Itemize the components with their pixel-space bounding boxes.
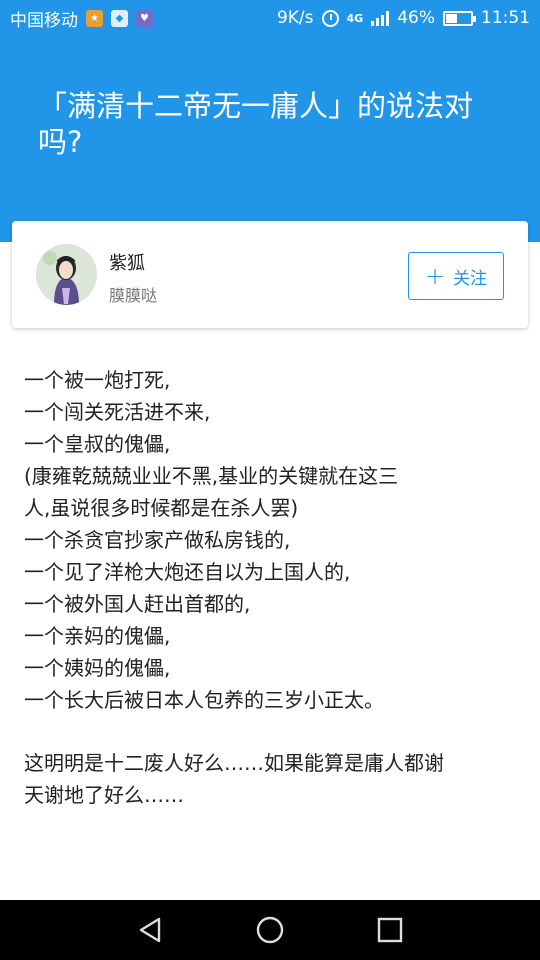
alarm-icon bbox=[321, 9, 339, 27]
navigation-bar bbox=[0, 900, 540, 960]
author-name[interactable]: 紫狐 bbox=[109, 249, 145, 275]
answer-line: 这明明是十二废人好么……如果能算是庸人都谢 bbox=[24, 751, 444, 775]
follow-button[interactable]: + 关注 bbox=[408, 252, 504, 300]
answer-line: 人,虽说很多时候都是在杀人罢) bbox=[24, 496, 299, 520]
answer-body: 一个被一炮打死, 一个闯关死活进不来, 一个皇叔的傀儡, (康雍乾兢兢业业不黑,… bbox=[24, 364, 520, 811]
answer-line: 一个被外国人赶出首都的, bbox=[24, 592, 251, 616]
author-bio: 膜膜哒 bbox=[109, 286, 158, 305]
answer-line: (康雍乾兢兢业业不黑,基业的关键就在这三 bbox=[24, 464, 399, 488]
answer-line: 一个闯关死活进不来, bbox=[24, 400, 211, 424]
carrier-label: 中国移动 bbox=[10, 10, 78, 31]
recents-icon[interactable] bbox=[375, 915, 405, 945]
answer-line: 一个姨妈的傀儡, bbox=[24, 656, 171, 680]
notification-app-icon: ★ bbox=[86, 9, 103, 27]
answer-line: 一个见了洋枪大炮还自以为上国人的, bbox=[24, 560, 351, 584]
notification-app-icon: ◆ bbox=[111, 9, 128, 27]
status-bar: 中国移动 ★ ◆ ♥ 9K/s 4G 46% 11:51 bbox=[0, 0, 540, 36]
notification-app-icon: ♥ bbox=[136, 9, 153, 27]
status-right: 9K/s 4G 46% 11:51 bbox=[277, 8, 530, 28]
answer-line: 一个杀贪官抄家产做私房钱的, bbox=[24, 528, 291, 552]
follow-label: 关注 bbox=[453, 268, 488, 289]
battery-percent: 46% bbox=[397, 8, 435, 28]
answer-line: 一个亲妈的傀儡, bbox=[24, 624, 171, 648]
network-speed: 9K/s bbox=[276, 8, 314, 28]
author-card: 紫狐 膜膜哒 + 关注 bbox=[12, 221, 528, 328]
question-title[interactable]: 「满清十二帝无一庸人」的说法对吗? bbox=[38, 88, 508, 160]
answer-line: 一个被一炮打死, bbox=[24, 368, 171, 392]
status-left: 中国移动 ★ ◆ ♥ bbox=[10, 6, 153, 31]
battery-icon bbox=[443, 10, 476, 26]
plus-icon: + bbox=[424, 262, 446, 290]
avatar[interactable] bbox=[36, 244, 97, 305]
back-icon[interactable] bbox=[135, 915, 165, 945]
answer-line: 一个皇叔的傀儡, bbox=[24, 432, 171, 456]
network-type-label: 4G bbox=[346, 11, 364, 25]
answer-line: 天谢地了好么…… bbox=[24, 783, 184, 807]
home-icon[interactable] bbox=[255, 915, 285, 945]
answer-line: 一个长大后被日本人包养的三岁小正太。 bbox=[24, 688, 384, 712]
clock: 11:51 bbox=[481, 8, 530, 28]
app-screen: 中国移动 ★ ◆ ♥ 9K/s 4G 46% 11:51 「满清十二帝无一庸人」… bbox=[0, 0, 540, 960]
signal-icon bbox=[371, 10, 390, 26]
